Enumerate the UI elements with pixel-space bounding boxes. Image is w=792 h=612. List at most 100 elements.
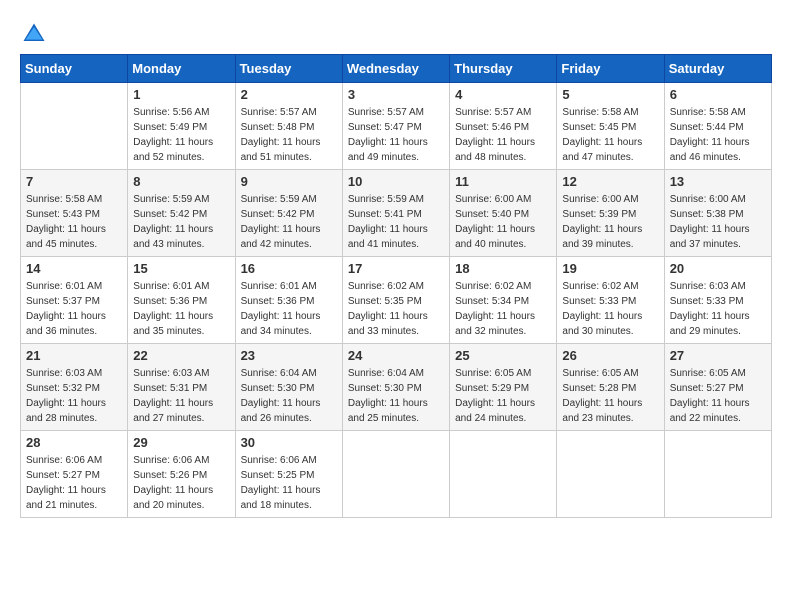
day-detail: Sunrise: 6:06 AMSunset: 5:26 PMDaylight:… [133,455,213,511]
day-number: 24 [348,348,444,363]
day-number: 18 [455,261,551,276]
day-detail: Sunrise: 6:03 AMSunset: 5:33 PMDaylight:… [670,281,750,337]
day-detail: Sunrise: 6:01 AMSunset: 5:36 PMDaylight:… [133,281,213,337]
header-cell-tuesday: Tuesday [235,55,342,83]
day-number: 11 [455,174,551,189]
day-detail: Sunrise: 6:01 AMSunset: 5:36 PMDaylight:… [241,281,321,337]
day-cell [450,431,557,518]
day-number: 6 [670,87,766,102]
day-number: 3 [348,87,444,102]
day-cell: 21 Sunrise: 6:03 AMSunset: 5:32 PMDaylig… [21,344,128,431]
day-cell: 12 Sunrise: 6:00 AMSunset: 5:39 PMDaylig… [557,170,664,257]
week-row-2: 7 Sunrise: 5:58 AMSunset: 5:43 PMDayligh… [21,170,772,257]
day-detail: Sunrise: 5:59 AMSunset: 5:42 PMDaylight:… [241,194,321,250]
day-number: 4 [455,87,551,102]
week-row-4: 21 Sunrise: 6:03 AMSunset: 5:32 PMDaylig… [21,344,772,431]
day-cell: 10 Sunrise: 5:59 AMSunset: 5:41 PMDaylig… [342,170,449,257]
day-detail: Sunrise: 6:04 AMSunset: 5:30 PMDaylight:… [241,368,321,424]
day-number: 12 [562,174,658,189]
day-cell: 16 Sunrise: 6:01 AMSunset: 5:36 PMDaylig… [235,257,342,344]
day-detail: Sunrise: 6:00 AMSunset: 5:38 PMDaylight:… [670,194,750,250]
header-cell-sunday: Sunday [21,55,128,83]
day-cell: 9 Sunrise: 5:59 AMSunset: 5:42 PMDayligh… [235,170,342,257]
day-detail: Sunrise: 6:00 AMSunset: 5:39 PMDaylight:… [562,194,642,250]
day-number: 27 [670,348,766,363]
day-cell [21,83,128,170]
header-cell-monday: Monday [128,55,235,83]
day-cell [342,431,449,518]
day-cell: 20 Sunrise: 6:03 AMSunset: 5:33 PMDaylig… [664,257,771,344]
day-detail: Sunrise: 6:06 AMSunset: 5:25 PMDaylight:… [241,455,321,511]
day-detail: Sunrise: 6:05 AMSunset: 5:27 PMDaylight:… [670,368,750,424]
day-detail: Sunrise: 6:01 AMSunset: 5:37 PMDaylight:… [26,281,106,337]
day-cell: 29 Sunrise: 6:06 AMSunset: 5:26 PMDaylig… [128,431,235,518]
day-detail: Sunrise: 5:58 AMSunset: 5:45 PMDaylight:… [562,107,642,163]
day-cell: 28 Sunrise: 6:06 AMSunset: 5:27 PMDaylig… [21,431,128,518]
day-number: 7 [26,174,122,189]
day-detail: Sunrise: 6:02 AMSunset: 5:33 PMDaylight:… [562,281,642,337]
day-detail: Sunrise: 6:02 AMSunset: 5:35 PMDaylight:… [348,281,428,337]
day-detail: Sunrise: 6:03 AMSunset: 5:32 PMDaylight:… [26,368,106,424]
day-cell: 13 Sunrise: 6:00 AMSunset: 5:38 PMDaylig… [664,170,771,257]
day-number: 25 [455,348,551,363]
day-number: 1 [133,87,229,102]
day-cell: 15 Sunrise: 6:01 AMSunset: 5:36 PMDaylig… [128,257,235,344]
week-row-1: 1 Sunrise: 5:56 AMSunset: 5:49 PMDayligh… [21,83,772,170]
day-cell: 5 Sunrise: 5:58 AMSunset: 5:45 PMDayligh… [557,83,664,170]
day-detail: Sunrise: 5:58 AMSunset: 5:44 PMDaylight:… [670,107,750,163]
day-number: 16 [241,261,337,276]
day-detail: Sunrise: 5:59 AMSunset: 5:42 PMDaylight:… [133,194,213,250]
day-cell: 6 Sunrise: 5:58 AMSunset: 5:44 PMDayligh… [664,83,771,170]
day-cell: 3 Sunrise: 5:57 AMSunset: 5:47 PMDayligh… [342,83,449,170]
day-number: 22 [133,348,229,363]
day-detail: Sunrise: 6:04 AMSunset: 5:30 PMDaylight:… [348,368,428,424]
day-number: 14 [26,261,122,276]
day-number: 5 [562,87,658,102]
day-cell: 22 Sunrise: 6:03 AMSunset: 5:31 PMDaylig… [128,344,235,431]
day-cell: 27 Sunrise: 6:05 AMSunset: 5:27 PMDaylig… [664,344,771,431]
week-row-3: 14 Sunrise: 6:01 AMSunset: 5:37 PMDaylig… [21,257,772,344]
day-number: 10 [348,174,444,189]
day-cell [557,431,664,518]
day-number: 2 [241,87,337,102]
day-cell: 4 Sunrise: 5:57 AMSunset: 5:46 PMDayligh… [450,83,557,170]
day-detail: Sunrise: 5:59 AMSunset: 5:41 PMDaylight:… [348,194,428,250]
day-cell: 8 Sunrise: 5:59 AMSunset: 5:42 PMDayligh… [128,170,235,257]
day-cell: 23 Sunrise: 6:04 AMSunset: 5:30 PMDaylig… [235,344,342,431]
day-number: 9 [241,174,337,189]
day-cell: 7 Sunrise: 5:58 AMSunset: 5:43 PMDayligh… [21,170,128,257]
day-cell: 24 Sunrise: 6:04 AMSunset: 5:30 PMDaylig… [342,344,449,431]
day-number: 26 [562,348,658,363]
header-cell-saturday: Saturday [664,55,771,83]
header-cell-thursday: Thursday [450,55,557,83]
day-number: 17 [348,261,444,276]
logo-icon [20,20,48,48]
day-cell: 30 Sunrise: 6:06 AMSunset: 5:25 PMDaylig… [235,431,342,518]
day-detail: Sunrise: 5:58 AMSunset: 5:43 PMDaylight:… [26,194,106,250]
day-cell: 14 Sunrise: 6:01 AMSunset: 5:37 PMDaylig… [21,257,128,344]
day-cell: 2 Sunrise: 5:57 AMSunset: 5:48 PMDayligh… [235,83,342,170]
day-detail: Sunrise: 6:03 AMSunset: 5:31 PMDaylight:… [133,368,213,424]
day-detail: Sunrise: 6:05 AMSunset: 5:29 PMDaylight:… [455,368,535,424]
day-number: 13 [670,174,766,189]
day-detail: Sunrise: 5:57 AMSunset: 5:47 PMDaylight:… [348,107,428,163]
logo [20,20,52,48]
day-number: 29 [133,435,229,450]
day-detail: Sunrise: 6:06 AMSunset: 5:27 PMDaylight:… [26,455,106,511]
day-number: 28 [26,435,122,450]
day-detail: Sunrise: 6:02 AMSunset: 5:34 PMDaylight:… [455,281,535,337]
header-cell-wednesday: Wednesday [342,55,449,83]
day-cell: 11 Sunrise: 6:00 AMSunset: 5:40 PMDaylig… [450,170,557,257]
day-number: 8 [133,174,229,189]
day-number: 30 [241,435,337,450]
day-cell [664,431,771,518]
day-detail: Sunrise: 5:57 AMSunset: 5:46 PMDaylight:… [455,107,535,163]
day-cell: 17 Sunrise: 6:02 AMSunset: 5:35 PMDaylig… [342,257,449,344]
day-cell: 25 Sunrise: 6:05 AMSunset: 5:29 PMDaylig… [450,344,557,431]
header-cell-friday: Friday [557,55,664,83]
day-number: 20 [670,261,766,276]
day-cell: 26 Sunrise: 6:05 AMSunset: 5:28 PMDaylig… [557,344,664,431]
day-detail: Sunrise: 6:05 AMSunset: 5:28 PMDaylight:… [562,368,642,424]
calendar-table: SundayMondayTuesdayWednesdayThursdayFrid… [20,54,772,518]
day-number: 19 [562,261,658,276]
